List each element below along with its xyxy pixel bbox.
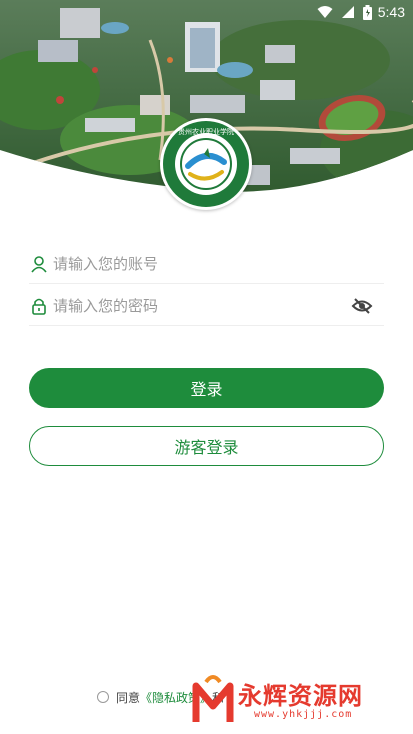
- password-field: [29, 286, 384, 326]
- agree-radio[interactable]: [97, 691, 109, 703]
- watermark-url: www.yhkjjj.com: [254, 709, 353, 720]
- watermark-text: 永辉资源网: [238, 682, 363, 710]
- signal-icon: [341, 5, 355, 19]
- agreement-prefix: 同意: [116, 690, 141, 705]
- wifi-icon: [317, 5, 333, 19]
- status-time: 5:43: [377, 4, 405, 20]
- status-bar: 5:43: [0, 0, 413, 24]
- password-input[interactable]: [53, 290, 350, 321]
- eye-off-icon[interactable]: [350, 294, 374, 318]
- lock-icon: [29, 296, 49, 316]
- svg-text:贵州农业职业学院: 贵州农业职业学院: [178, 127, 234, 136]
- login-button[interactable]: 登录: [29, 368, 384, 408]
- college-logo: 贵州农业职业学院: [160, 118, 252, 210]
- battery-icon: [362, 4, 372, 20]
- guest-login-button[interactable]: 游客登录: [29, 426, 384, 466]
- username-input[interactable]: [53, 248, 384, 279]
- watermark-logo: 永辉资源网 www.yhkjjj.com: [188, 672, 410, 728]
- user-icon: [29, 254, 49, 274]
- username-field: [29, 244, 384, 284]
